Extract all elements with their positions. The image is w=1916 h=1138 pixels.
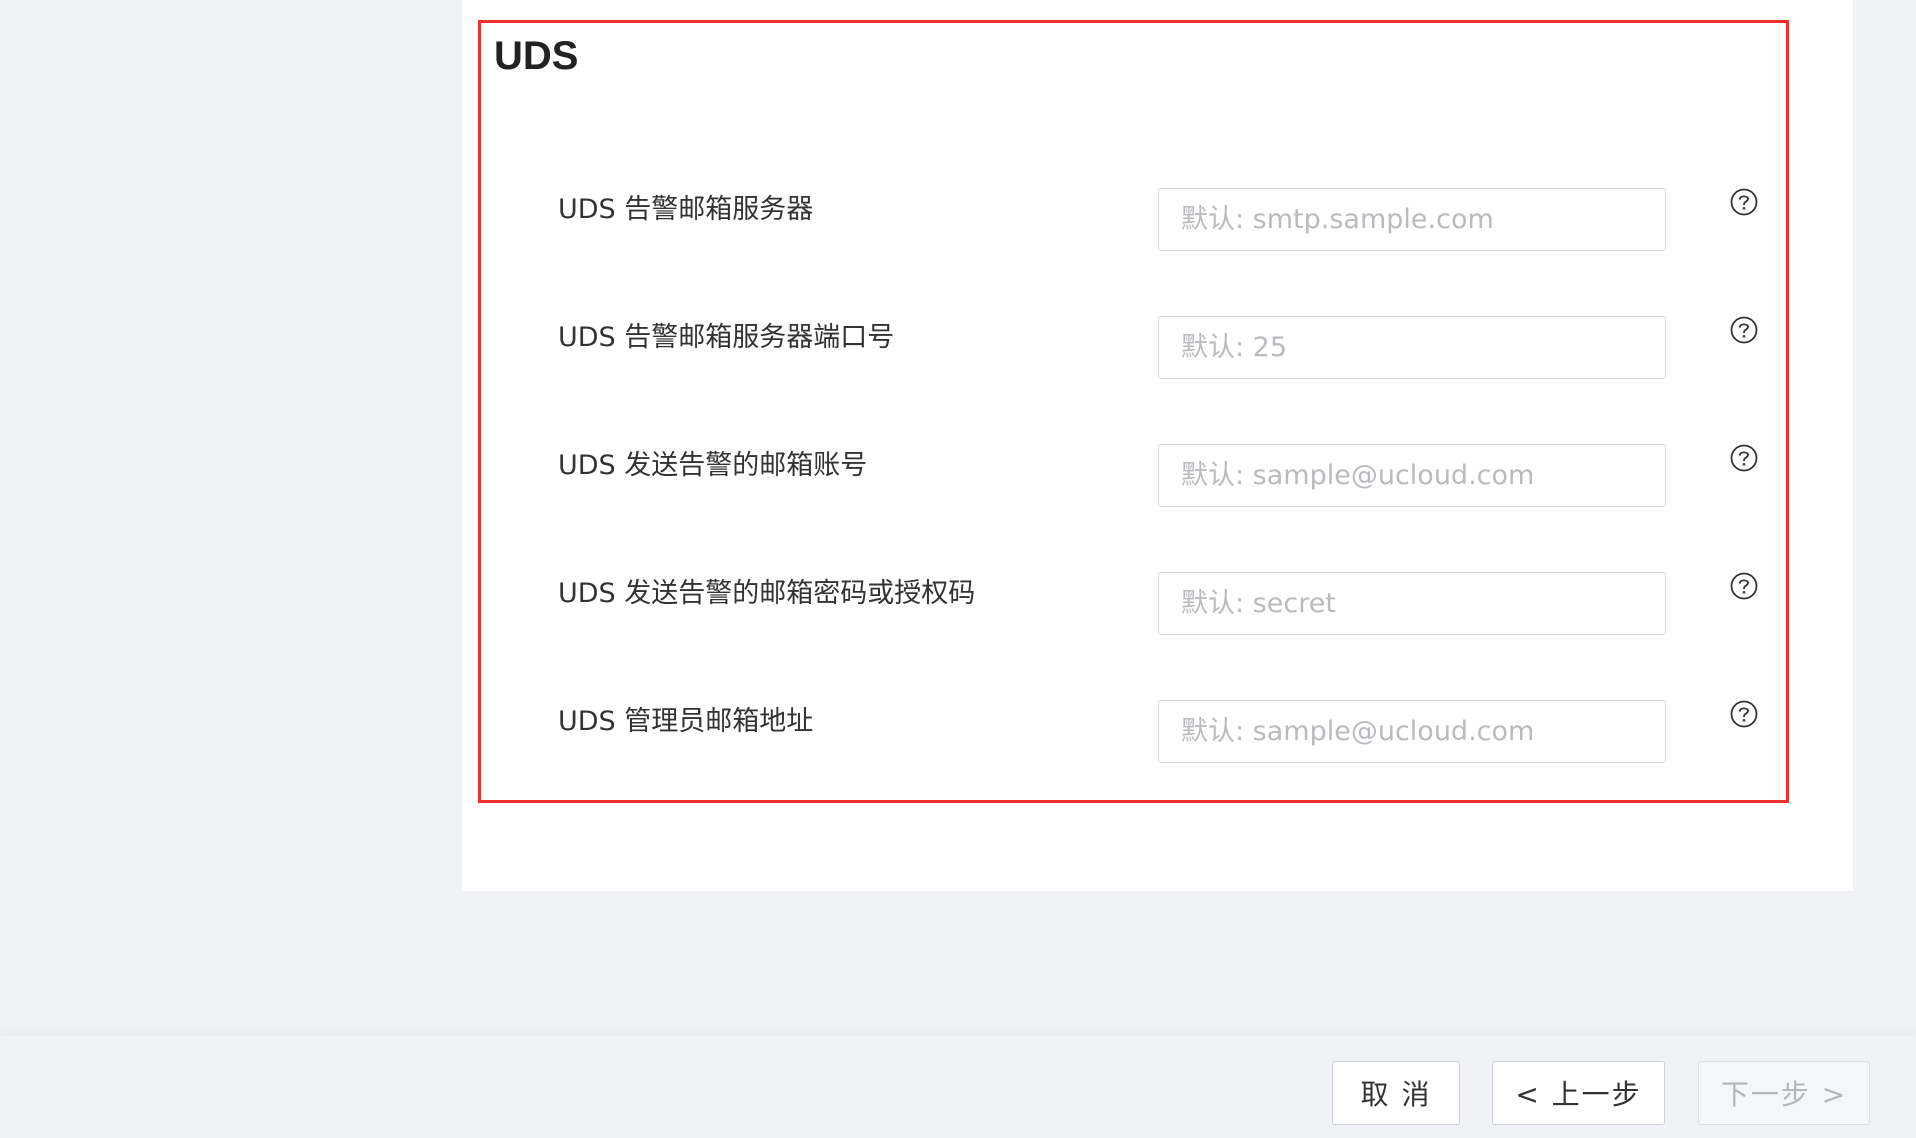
field-label-smtp-server: UDS 告警邮箱服务器	[558, 194, 814, 225]
sender-password-input[interactable]	[1158, 572, 1666, 635]
cancel-button[interactable]: 取 消	[1332, 1061, 1460, 1125]
section-title: UDS	[494, 34, 579, 78]
admin-email-input[interactable]	[1158, 700, 1666, 763]
field-label-smtp-port: UDS 告警邮箱服务器端口号	[558, 322, 895, 353]
field-label-admin-email: UDS 管理员邮箱地址	[558, 706, 814, 737]
field-label-sender-account: UDS 发送告警的邮箱账号	[558, 450, 868, 481]
field-label-sender-password: UDS 发送告警的邮箱密码或授权码	[558, 578, 976, 609]
question-circle-icon[interactable]	[1729, 315, 1759, 345]
question-circle-icon[interactable]	[1729, 699, 1759, 729]
smtp-server-input[interactable]	[1158, 188, 1666, 251]
next-step-button[interactable]: 下一步 >	[1698, 1061, 1870, 1125]
previous-step-button[interactable]: < 上一步	[1492, 1061, 1665, 1125]
question-circle-icon[interactable]	[1729, 443, 1759, 473]
uds-section-highlight	[478, 20, 1789, 803]
sender-account-input[interactable]	[1158, 444, 1666, 507]
question-circle-icon[interactable]	[1729, 187, 1759, 217]
question-circle-icon[interactable]	[1729, 571, 1759, 601]
smtp-port-input[interactable]	[1158, 316, 1666, 379]
